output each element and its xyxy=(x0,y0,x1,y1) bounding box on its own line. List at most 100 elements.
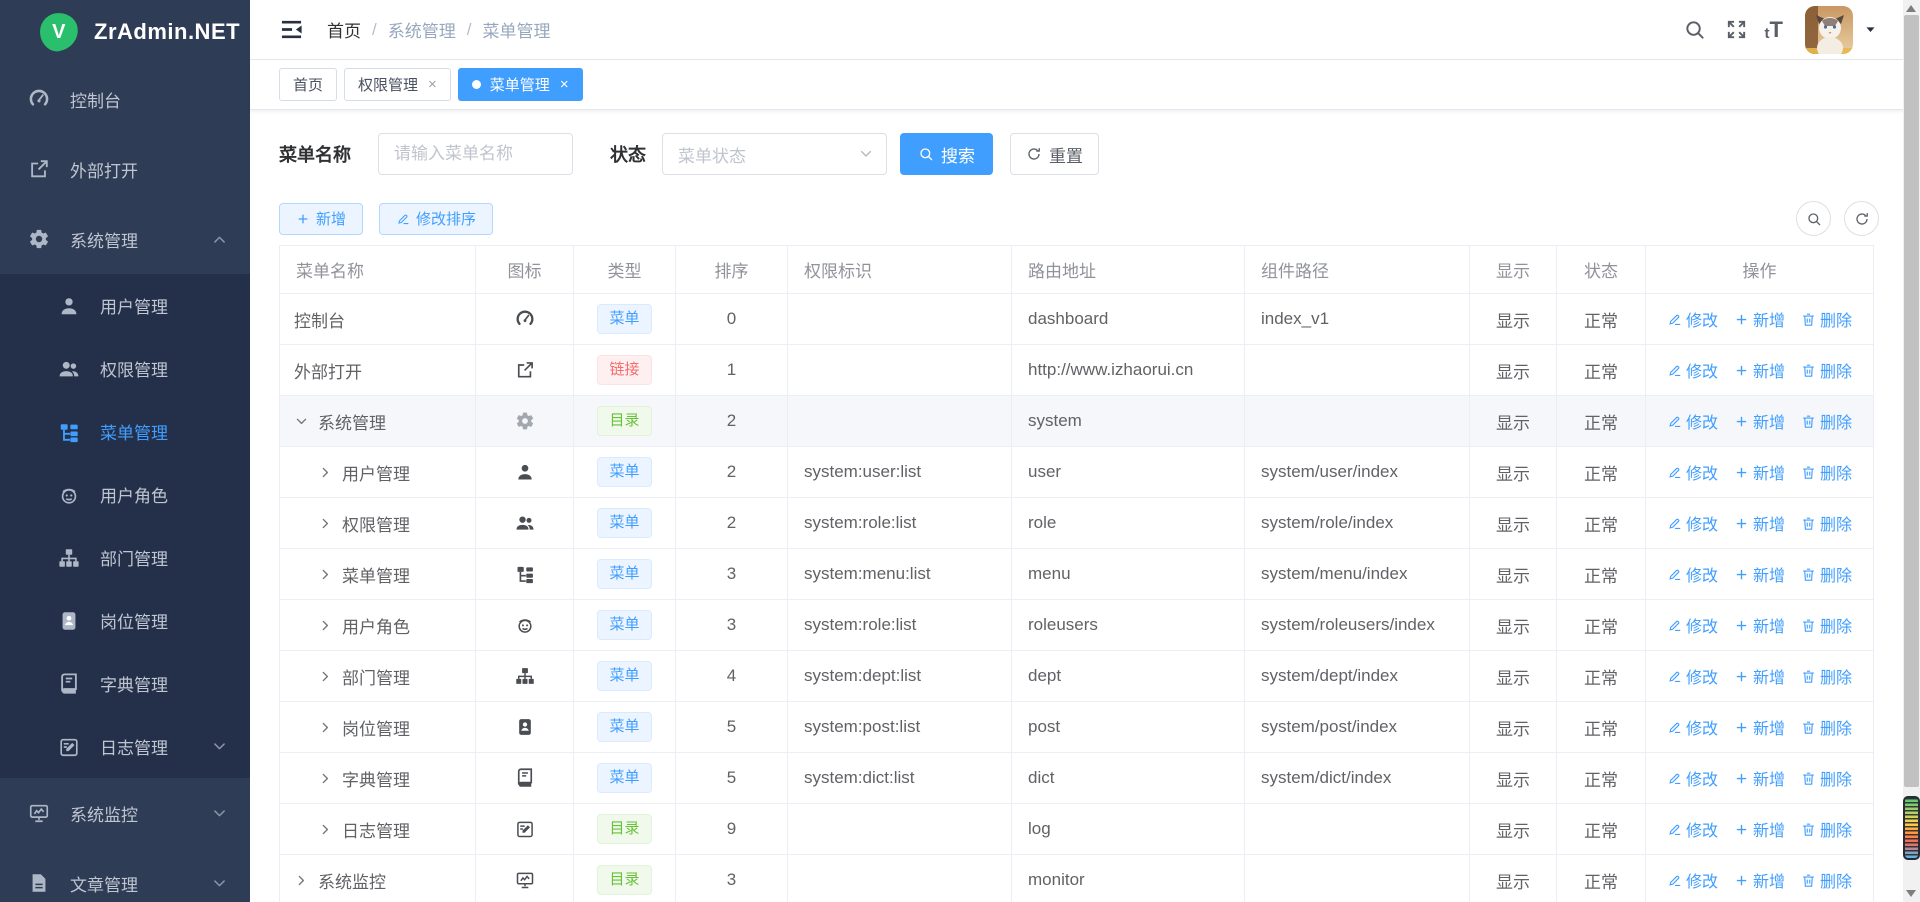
scroll-down-arrow[interactable] xyxy=(1906,890,1916,897)
edit-link[interactable]: 修改 xyxy=(1667,613,1718,637)
delete-link[interactable]: 删除 xyxy=(1801,460,1852,484)
tab-菜单管理[interactable]: 菜单管理× xyxy=(458,68,583,101)
sidebar-item-role[interactable]: 权限管理 xyxy=(0,337,250,400)
edit-link[interactable]: 修改 xyxy=(1667,511,1718,535)
edit-link[interactable]: 修改 xyxy=(1667,460,1718,484)
add-link[interactable]: 新增 xyxy=(1734,817,1785,841)
add-link[interactable]: 新增 xyxy=(1734,562,1785,586)
add-link[interactable]: 新增 xyxy=(1734,766,1785,790)
edit-link[interactable]: 修改 xyxy=(1667,409,1718,433)
edit-link[interactable]: 修改 xyxy=(1667,817,1718,841)
add-link[interactable]: 新增 xyxy=(1734,868,1785,892)
delete-link[interactable]: 删除 xyxy=(1801,562,1852,586)
sort-edit-button[interactable]: 修改排序 xyxy=(379,203,493,235)
collapse-arrow-icon[interactable] xyxy=(294,873,309,888)
collapse-arrow-icon[interactable] xyxy=(318,618,333,633)
add-button[interactable]: 新增 xyxy=(279,203,363,235)
sidebar-item-dashboard[interactable]: 控制台 xyxy=(0,64,250,134)
collapse-arrow-icon[interactable] xyxy=(318,771,333,786)
collapse-arrow-icon[interactable] xyxy=(318,567,333,582)
collapse-arrow-icon[interactable] xyxy=(318,822,333,837)
sidebar-item-system[interactable]: 系统管理 xyxy=(0,204,250,274)
perm-value: system:role:list xyxy=(788,498,1012,549)
breadcrumb-item[interactable]: 首页 xyxy=(327,17,361,42)
tab-首页[interactable]: 首页 xyxy=(279,68,337,101)
delete-link[interactable]: 删除 xyxy=(1801,766,1852,790)
route-value: system xyxy=(1012,396,1245,447)
sidebar-item-post[interactable]: 岗位管理 xyxy=(0,589,250,652)
delete-link[interactable]: 删除 xyxy=(1801,664,1852,688)
sidebar-item-menu[interactable]: 菜单管理 xyxy=(0,400,250,463)
close-icon[interactable]: × xyxy=(428,77,437,92)
menu-name: 外部打开 xyxy=(294,358,362,383)
menu-name-input[interactable] xyxy=(378,133,573,175)
visible-value: 显示 xyxy=(1470,651,1557,702)
edit-link[interactable]: 修改 xyxy=(1667,307,1718,331)
delete-link[interactable]: 删除 xyxy=(1801,307,1852,331)
edit-link[interactable]: 修改 xyxy=(1667,664,1718,688)
add-link[interactable]: 新增 xyxy=(1734,409,1785,433)
delete-link[interactable]: 删除 xyxy=(1801,817,1852,841)
add-link[interactable]: 新增 xyxy=(1734,358,1785,382)
scrollbar-thumb[interactable] xyxy=(1904,15,1919,787)
font-size-icon[interactable]: tT xyxy=(1765,19,1783,41)
tab-权限管理[interactable]: 权限管理× xyxy=(344,68,451,101)
sidebar-item-article[interactable]: 文章管理 xyxy=(0,848,250,902)
add-link[interactable]: 新增 xyxy=(1734,460,1785,484)
scrollbar[interactable] xyxy=(1903,0,1920,902)
reset-button[interactable]: 重置 xyxy=(1010,133,1099,175)
add-link[interactable]: 新增 xyxy=(1734,307,1785,331)
edit-link[interactable]: 修改 xyxy=(1667,868,1718,892)
user-menu-caret-icon[interactable] xyxy=(1863,22,1878,37)
status-select[interactable]: 菜单状态 xyxy=(662,133,887,175)
breadcrumb-item[interactable]: 系统管理 xyxy=(388,17,456,42)
order-value: 1 xyxy=(676,345,788,396)
delete-link[interactable]: 删除 xyxy=(1801,409,1852,433)
edit-link[interactable]: 修改 xyxy=(1667,766,1718,790)
expand-arrow-icon[interactable] xyxy=(294,414,309,429)
menu-name: 控制台 xyxy=(294,307,345,332)
sidebar-item-roleusers[interactable]: 用户角色 xyxy=(0,463,250,526)
sidebar-item-label: 控制台 xyxy=(70,87,228,112)
close-icon[interactable]: × xyxy=(560,77,569,92)
sidebar-item-log[interactable]: 日志管理 xyxy=(0,715,250,778)
refresh-table-button[interactable] xyxy=(1844,201,1879,236)
show-search-button[interactable] xyxy=(1796,201,1831,236)
delete-link[interactable]: 删除 xyxy=(1801,511,1852,535)
dict-icon xyxy=(515,768,535,788)
order-value: 3 xyxy=(676,600,788,651)
add-link[interactable]: 新增 xyxy=(1734,613,1785,637)
collapse-arrow-icon[interactable] xyxy=(318,516,333,531)
delete-link[interactable]: 删除 xyxy=(1801,613,1852,637)
add-link[interactable]: 新增 xyxy=(1734,511,1785,535)
route-value: http://www.izhaorui.cn xyxy=(1012,345,1245,396)
edit-icon xyxy=(1667,567,1682,582)
sidebar-collapse-icon[interactable] xyxy=(278,16,305,43)
search-button[interactable]: 搜索 xyxy=(900,133,993,175)
sidebar-item-dept[interactable]: 部门管理 xyxy=(0,526,250,589)
delete-link[interactable]: 删除 xyxy=(1801,868,1852,892)
edit-link[interactable]: 修改 xyxy=(1667,358,1718,382)
sidebar-item-monitor[interactable]: 系统监控 xyxy=(0,778,250,848)
filter-bar: 菜单名称 状态 菜单状态 搜索 重置 xyxy=(279,133,1920,175)
column-header: 菜单名称 xyxy=(280,246,476,294)
edit-link[interactable]: 修改 xyxy=(1667,715,1718,739)
add-link[interactable]: 新增 xyxy=(1734,664,1785,688)
edit-link[interactable]: 修改 xyxy=(1667,562,1718,586)
collapse-arrow-icon[interactable] xyxy=(318,720,333,735)
order-value: 0 xyxy=(676,294,788,345)
breadcrumb-item[interactable]: 菜单管理 xyxy=(482,17,550,42)
scroll-up-arrow[interactable] xyxy=(1906,5,1916,12)
sidebar-item-dict[interactable]: 字典管理 xyxy=(0,652,250,715)
delete-link[interactable]: 删除 xyxy=(1801,715,1852,739)
sidebar-item-user[interactable]: 用户管理 xyxy=(0,274,250,337)
add-link[interactable]: 新增 xyxy=(1734,715,1785,739)
plus-icon xyxy=(1734,363,1749,378)
avatar[interactable] xyxy=(1805,6,1853,54)
fullscreen-icon[interactable] xyxy=(1725,18,1748,41)
collapse-arrow-icon[interactable] xyxy=(318,669,333,684)
sidebar-item-external[interactable]: 外部打开 xyxy=(0,134,250,204)
collapse-arrow-icon[interactable] xyxy=(318,465,333,480)
delete-link[interactable]: 删除 xyxy=(1801,358,1852,382)
search-icon[interactable] xyxy=(1683,18,1706,41)
